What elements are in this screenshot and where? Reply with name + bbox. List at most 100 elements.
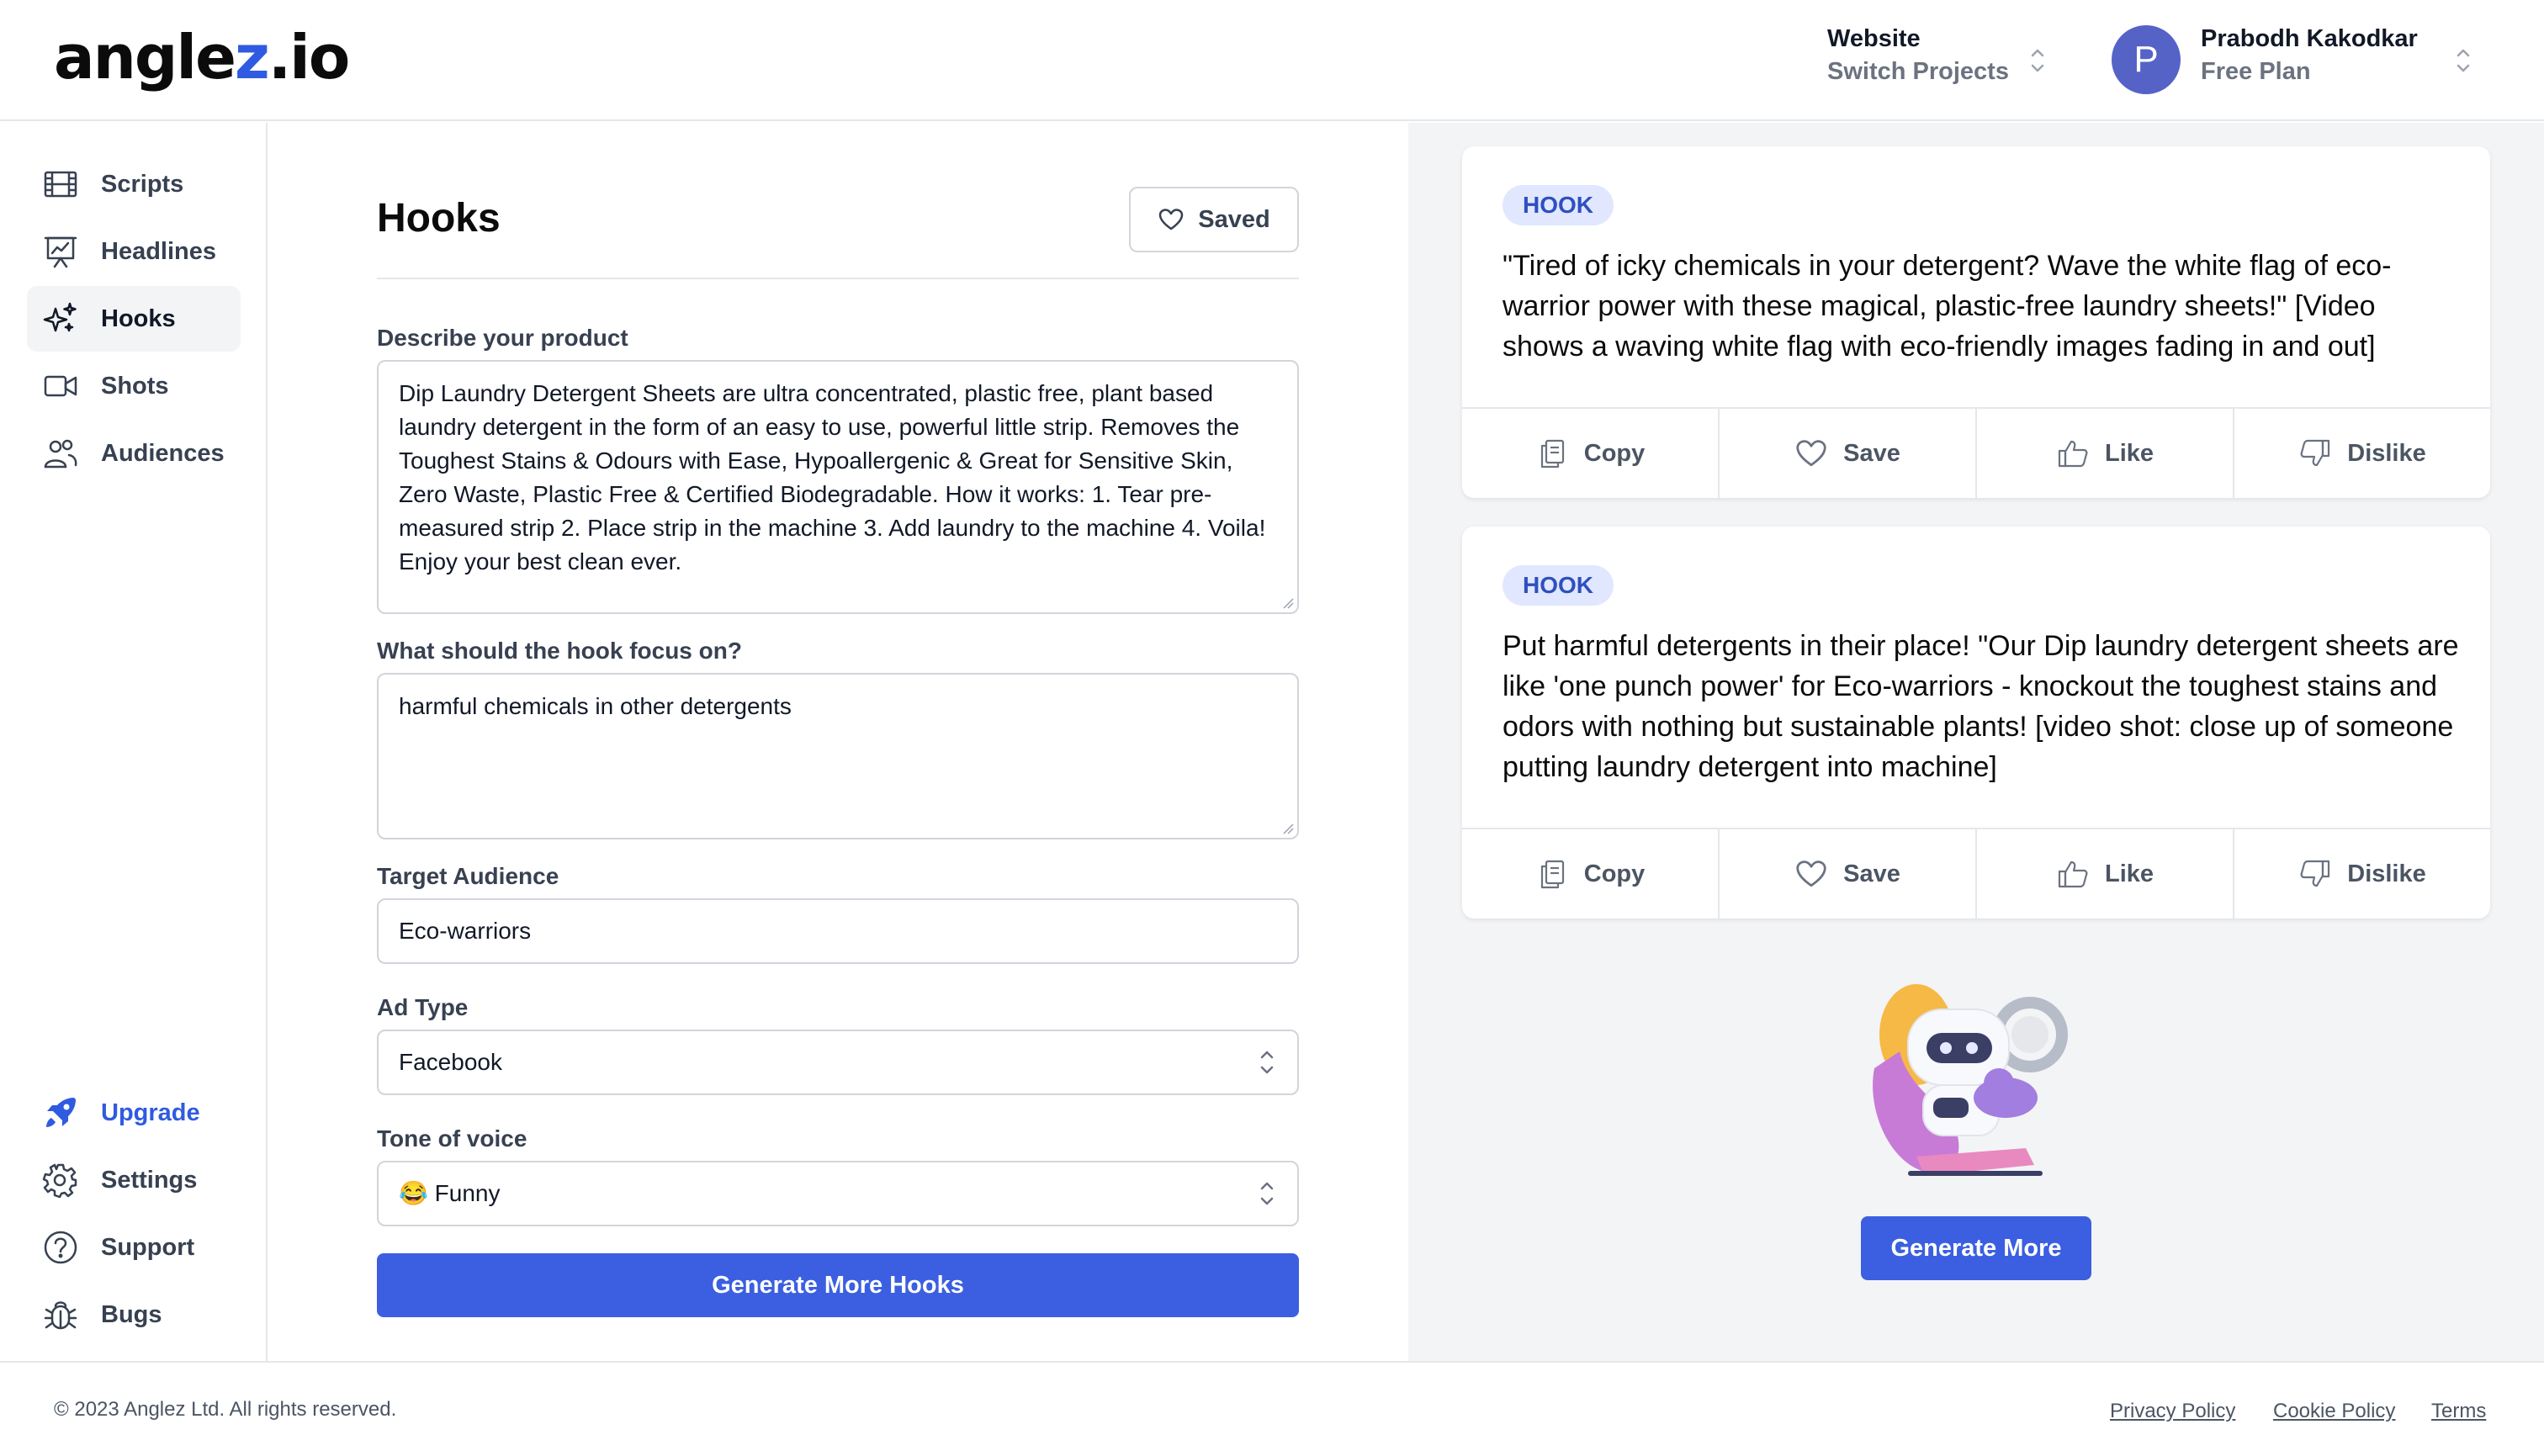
generate-more-hooks-button[interactable]: Generate More Hooks bbox=[377, 1253, 1299, 1317]
copy-label: Copy bbox=[1583, 439, 1646, 467]
hook-focus-value: harmful chemicals in other detergents bbox=[399, 693, 792, 719]
sidebar-item-support[interactable]: Support bbox=[27, 1215, 241, 1280]
product-description-value: Dip Laundry Detergent Sheets are ultra c… bbox=[399, 380, 1266, 574]
target-audience-value: Eco-warriors bbox=[399, 918, 532, 944]
sidebar-item-label: Headlines bbox=[101, 237, 216, 265]
user-plan: Free Plan bbox=[2201, 58, 2311, 85]
chevron-up-down-icon[interactable] bbox=[2455, 44, 2472, 77]
presentation-chart-icon bbox=[44, 236, 77, 268]
sidebar-item-label: Bugs bbox=[101, 1300, 162, 1328]
product-description-label: Describe your product bbox=[377, 325, 628, 351]
project-switcher[interactable]: Website Switch Projects bbox=[1827, 25, 2009, 86]
heart-icon bbox=[1796, 860, 1826, 887]
product-description-textarea[interactable]: Dip Laundry Detergent Sheets are ultra c… bbox=[377, 360, 1299, 614]
hook-focus-label: What should the hook focus on? bbox=[377, 638, 742, 664]
hook-actions: Copy Save Like Dislike bbox=[1462, 828, 2490, 919]
sidebar-item-label: Audiences bbox=[101, 439, 225, 467]
thumbs-down-icon bbox=[2300, 439, 2330, 467]
hook-actions: Copy Save Like Dislike bbox=[1462, 407, 2490, 498]
sidebar-item-shots[interactable]: Shots bbox=[27, 353, 241, 419]
logo[interactable]: anglez.io bbox=[54, 22, 350, 93]
like-button[interactable]: Like bbox=[1977, 409, 2234, 498]
sidebar-item-scripts[interactable]: Scripts bbox=[27, 151, 241, 217]
logo-accent: z bbox=[234, 22, 270, 93]
copy-button[interactable]: Copy bbox=[1462, 829, 1720, 919]
sidebar-item-upgrade[interactable]: Upgrade bbox=[27, 1080, 241, 1146]
sidebar-item-label: Settings bbox=[101, 1166, 198, 1194]
sparkles-icon bbox=[43, 302, 77, 332]
target-audience-input[interactable]: Eco-warriors bbox=[377, 898, 1299, 964]
copy-label: Copy bbox=[1583, 860, 1646, 887]
gear-icon bbox=[42, 1163, 77, 1199]
save-button[interactable]: Save bbox=[1720, 829, 1977, 919]
like-label: Like bbox=[2104, 860, 2154, 887]
chevron-up-down-icon[interactable] bbox=[2029, 44, 2046, 77]
top-header: anglez.io Website Switch Projects P Prab… bbox=[0, 0, 2544, 121]
terms-link[interactable]: Terms bbox=[2431, 1400, 2486, 1423]
tone-of-voice-value: 😂 Funny bbox=[399, 1180, 501, 1206]
robot-illustration bbox=[1873, 984, 2068, 1176]
hook-card: HOOK Put harmful detergents in their pla… bbox=[1462, 527, 2490, 919]
logo-text: angle bbox=[54, 22, 236, 93]
users-icon bbox=[44, 439, 77, 469]
copy-icon bbox=[1540, 439, 1564, 469]
thumbs-down-icon bbox=[2300, 860, 2330, 887]
tone-of-voice-select[interactable]: 😂 Funny bbox=[377, 1161, 1299, 1226]
tone-of-voice-label: Tone of voice bbox=[377, 1125, 527, 1152]
saved-label: Saved bbox=[1198, 205, 1270, 233]
generate-more-button[interactable]: Generate More bbox=[1861, 1216, 2091, 1280]
heart-icon bbox=[1796, 440, 1826, 467]
hook-focus-textarea[interactable]: harmful chemicals in other detergents bbox=[377, 673, 1299, 839]
footer: © 2023 Anglez Ltd. All rights reserved. … bbox=[0, 1361, 2544, 1456]
target-audience-label: Target Audience bbox=[377, 863, 559, 889]
switch-projects-label: Switch Projects bbox=[1827, 58, 2009, 85]
copy-icon bbox=[1540, 860, 1564, 889]
dislike-button[interactable]: Dislike bbox=[2234, 409, 2490, 498]
avatar[interactable]: P bbox=[2112, 25, 2181, 94]
save-label: Save bbox=[1843, 439, 1900, 467]
hook-text: Put harmful detergents in their place! "… bbox=[1503, 630, 2459, 783]
sidebar-item-settings[interactable]: Settings bbox=[27, 1147, 241, 1213]
resize-handle-icon[interactable] bbox=[1280, 596, 1294, 609]
dislike-button[interactable]: Dislike bbox=[2234, 829, 2490, 919]
sidebar-item-label: Support bbox=[101, 1233, 195, 1261]
copyright-text: © 2023 Anglez Ltd. All rights reserved. bbox=[54, 1398, 397, 1421]
dislike-label: Dislike bbox=[2347, 439, 2426, 467]
resize-handle-icon[interactable] bbox=[1280, 821, 1294, 834]
rocket-icon bbox=[46, 1098, 76, 1127]
sidebar-item-bugs[interactable]: Bugs bbox=[27, 1282, 241, 1347]
thumbs-up-icon bbox=[2058, 860, 2088, 888]
user-menu[interactable]: Prabodh Kakodkar Free Plan bbox=[2201, 25, 2418, 86]
sidebar-item-hooks[interactable]: Hooks bbox=[27, 286, 241, 352]
like-label: Like bbox=[2104, 439, 2154, 467]
heart-icon bbox=[1159, 209, 1184, 230]
privacy-policy-link[interactable]: Privacy Policy bbox=[2110, 1400, 2235, 1423]
chevron-up-down-icon bbox=[1260, 1051, 1274, 1074]
sidebar-item-label: Scripts bbox=[101, 170, 184, 198]
bug-icon bbox=[44, 1301, 77, 1330]
logo-suffix: .io bbox=[268, 22, 350, 93]
hook-text: "Tired of icky chemicals in your deterge… bbox=[1503, 250, 2392, 363]
page-title: Hooks bbox=[377, 196, 501, 241]
film-icon bbox=[44, 171, 77, 198]
sidebar-item-label: Shots bbox=[101, 372, 169, 400]
sidebar-item-headlines[interactable]: Headlines bbox=[27, 219, 241, 284]
sidebar-item-label: Upgrade bbox=[101, 1099, 200, 1126]
saved-button[interactable]: Saved bbox=[1129, 187, 1299, 252]
hook-badge: HOOK bbox=[1503, 185, 1614, 225]
save-button[interactable]: Save bbox=[1720, 409, 1977, 498]
dislike-label: Dislike bbox=[2347, 860, 2426, 887]
copy-button[interactable]: Copy bbox=[1462, 409, 1720, 498]
chevron-up-down-icon bbox=[1260, 1182, 1274, 1205]
user-name: Prabodh Kakodkar bbox=[2201, 25, 2418, 52]
divider bbox=[377, 278, 1299, 279]
video-camera-icon bbox=[44, 375, 77, 397]
ad-type-label: Ad Type bbox=[377, 994, 469, 1020]
ad-type-select[interactable]: Facebook bbox=[377, 1030, 1299, 1095]
cookie-policy-link[interactable]: Cookie Policy bbox=[2273, 1400, 2395, 1423]
like-button[interactable]: Like bbox=[1977, 829, 2234, 919]
hook-card: HOOK "Tired of icky chemicals in your de… bbox=[1462, 146, 2490, 498]
sidebar-item-audiences[interactable]: Audiences bbox=[27, 421, 241, 486]
sidebar-item-label: Hooks bbox=[101, 304, 176, 332]
hook-badge: HOOK bbox=[1503, 565, 1614, 606]
